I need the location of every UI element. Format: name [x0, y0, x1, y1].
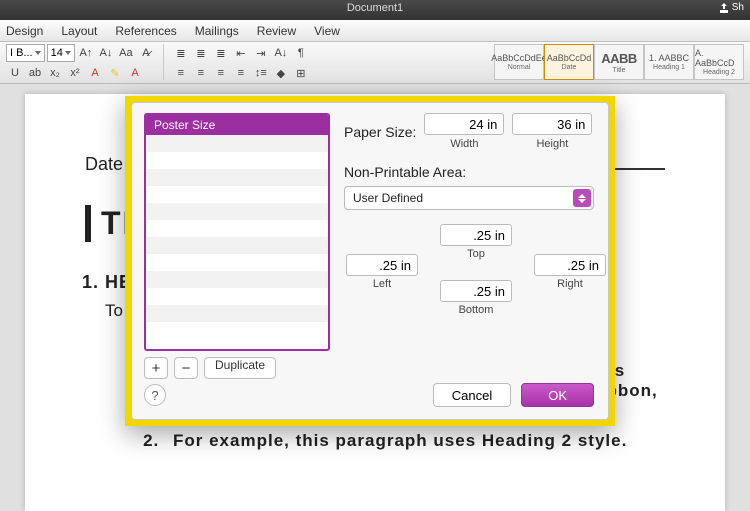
modal-overlay: Poster Size + − Duplicate Paper Si — [0, 0, 750, 511]
width-input[interactable] — [424, 113, 504, 135]
height-input[interactable] — [512, 113, 592, 135]
poster-size-header: Poster Size — [146, 115, 328, 135]
height-label: Height — [536, 138, 568, 150]
help-button[interactable]: ? — [144, 384, 166, 406]
right-label: Right — [557, 278, 583, 290]
dialog-highlight-frame: Poster Size + − Duplicate Paper Si — [125, 96, 615, 426]
right-margin-input[interactable] — [534, 254, 606, 276]
remove-button[interactable]: − — [174, 357, 198, 379]
non-printable-select[interactable]: User Defined — [344, 186, 594, 210]
add-button[interactable]: + — [144, 357, 168, 379]
top-label: Top — [467, 248, 485, 260]
width-label: Width — [450, 138, 478, 150]
paper-size-dialog: Poster Size + − Duplicate Paper Si — [131, 102, 609, 420]
duplicate-button[interactable]: Duplicate — [204, 357, 276, 379]
bottom-margin-input[interactable] — [440, 280, 512, 302]
chevron-updown-icon — [573, 189, 591, 207]
bottom-label: Bottom — [459, 304, 494, 316]
poster-size-list[interactable]: Poster Size — [144, 113, 330, 351]
cancel-button[interactable]: Cancel — [433, 383, 511, 407]
left-label: Left — [373, 278, 391, 290]
top-margin-input[interactable] — [440, 224, 512, 246]
paper-size-label: Paper Size: — [344, 124, 416, 140]
left-margin-input[interactable] — [346, 254, 418, 276]
ok-button[interactable]: OK — [521, 383, 594, 407]
non-printable-label: Non-Printable Area: — [344, 164, 594, 180]
